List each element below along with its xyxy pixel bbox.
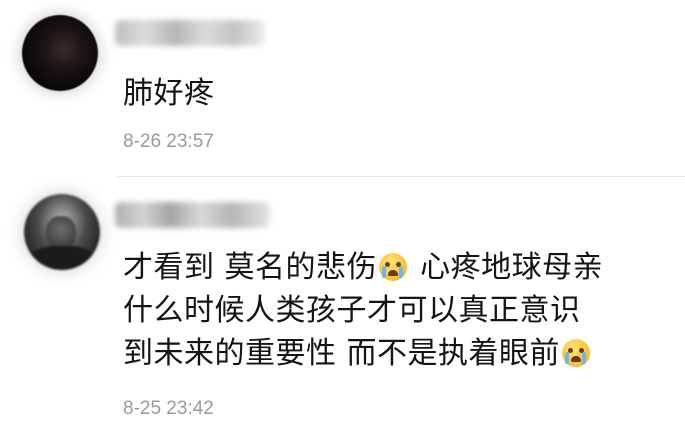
comment-text-line: 什么时候人类孩子才可以真正意识 [123, 293, 581, 328]
username-blurred[interactable] [115, 202, 270, 228]
comment-text: 才看到 莫名的悲伤 心疼地球母亲 什么时候人类孩子才可以真正意识 到未来的重要性… [123, 246, 603, 375]
comment-timestamp: 8-25 23:42 [123, 398, 214, 419]
comment-text-line: 才看到 莫名的悲伤 心疼地球母亲 [123, 246, 603, 289]
comment-item: 才看到 莫名的悲伤 心疼地球母亲 什么时候人类孩子才可以真正意识 到未来的重要性… [0, 178, 685, 442]
comment-item: 肺好疼 8-26 23:57 [0, 0, 685, 178]
comment-text: 肺好疼 [123, 72, 215, 115]
crying-face-icon [379, 253, 408, 281]
username-blurred[interactable] [115, 20, 265, 46]
comment-text-line: 肺好疼 [123, 76, 215, 111]
comment-text-segment: 到未来的重要性 而不是执着眼前 [123, 336, 561, 371]
comment-text-line: 到未来的重要性 而不是执着眼前 [123, 332, 603, 375]
divider [117, 176, 685, 177]
crying-face-icon [562, 339, 591, 367]
comment-text-segment: 才看到 莫名的悲伤 [123, 250, 378, 285]
avatar-face [46, 216, 76, 250]
comment-text-segment: 心疼地球母亲 [410, 250, 604, 285]
avatar[interactable] [22, 15, 98, 91]
comment-timestamp: 8-26 23:57 [123, 131, 214, 152]
avatar[interactable] [24, 194, 100, 270]
avatar-shoulder [30, 246, 94, 270]
comment-list: 肺好疼 8-26 23:57 才看到 莫名的悲伤 心疼地球母亲 什么时候人类孩子… [0, 0, 685, 442]
